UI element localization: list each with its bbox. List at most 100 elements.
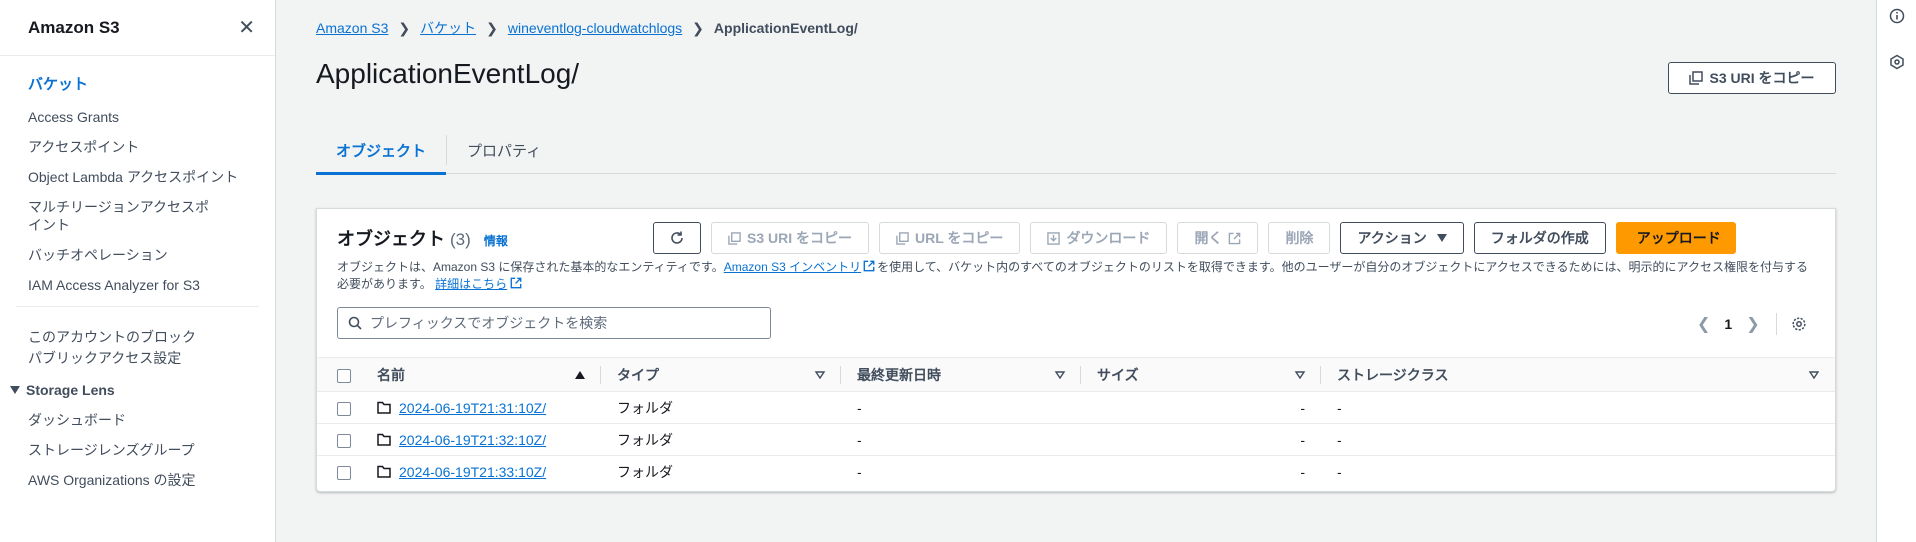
download-button[interactable]: ダウンロード [1030,222,1168,254]
tab-properties[interactable]: プロパティ [447,126,561,174]
tools-rail [1876,0,1916,542]
folder-icon [377,433,391,446]
delete-button[interactable]: 削除 [1268,222,1331,254]
external-link-icon [510,277,522,289]
row-select [317,423,377,456]
breadcrumb-buckets[interactable]: バケット [420,18,476,38]
chevron-right-icon: ❯ [486,19,498,36]
sidebar-item-multi-region-access-points[interactable]: マルチリージョンアクセスポイント [0,198,240,234]
page-title: ApplicationEventLog/ [316,58,580,89]
pager-divider [1775,313,1777,335]
inventory-link[interactable]: Amazon S3 インベントリ [724,260,861,274]
sort-icon [1055,370,1065,379]
copy-s3-uri-button[interactable]: S3 URI をコピー [1668,62,1836,94]
download-icon [1047,231,1061,245]
cell-size: - [1300,463,1305,480]
objects-panel: オブジェクト (3) 情報 S3 URI をコピー URL をコピー ダウンロー… [316,208,1836,492]
folder-link[interactable]: 2024-06-19T21:32:10Z/ [399,432,546,448]
sidebar-item-access-grants[interactable]: Access Grants [0,108,275,126]
header-name[interactable]: 名前 [377,357,601,392]
folder-link[interactable]: 2024-06-19T21:33:10Z/ [399,464,546,480]
breadcrumb-current: ApplicationEventLog/ [713,20,858,36]
sidebar-section-label: Storage Lens [26,382,115,398]
sidebar-item-iam-access-analyzer[interactable]: IAM Access Analyzer for S3 [0,276,275,294]
chevron-left-icon[interactable]: ❮ [1697,314,1710,334]
cell-size: - [1081,391,1321,424]
close-icon[interactable]: ✕ [238,18,255,38]
row-checkbox[interactable] [337,433,351,448]
hexagon-settings-icon[interactable] [1889,54,1905,70]
pagination: ❮ 1 ❯ [1697,313,1807,335]
copy-icon [728,231,741,245]
learn-more-link[interactable]: 詳細はこちら [435,277,507,291]
actions-dropdown[interactable]: アクション [1340,222,1464,254]
copy-url-button[interactable]: URL をコピー [879,222,1021,254]
header-last-modified[interactable]: 最終更新日時 [841,357,1081,392]
create-folder-label: フォルダの作成 [1490,230,1589,246]
header-size[interactable]: サイズ [1081,357,1321,392]
table-row: 2024-06-19T21:33:10Z/ フォルダ - - - [317,456,1835,488]
objects-description: オブジェクトは、Amazon S3 に保存された基本的なエンティティです。Ama… [337,259,1817,293]
chevron-right-icon: ❯ [398,19,411,36]
info-icon[interactable] [1889,8,1905,24]
header-storage-class[interactable]: ストレージクラス [1321,357,1835,392]
folder-icon [377,401,391,414]
sort-icon [1295,370,1305,379]
copy-s3-uri-toolbar-button[interactable]: S3 URI をコピー [711,222,870,254]
objects-panel-title: オブジェクト (3) 情報 [337,225,508,251]
sidebar-item-dashboards[interactable]: ダッシュボード [0,411,275,429]
table-header-row: 名前 タイプ 最終更新日時 サイズ ストレージクラス [317,357,1835,392]
sidebar-title[interactable]: Amazon S3 [28,18,120,38]
cell-storage-class: - [1321,423,1835,456]
external-link-icon [863,260,875,272]
sidebar-item-aws-organizations-settings[interactable]: AWS Organizations の設定 [0,471,275,489]
page-number[interactable]: 1 [1724,316,1732,332]
breadcrumb-bucket[interactable]: wineventlog-cloudwatchlogs [508,20,682,36]
search-input[interactable] [370,315,750,331]
description-text: オブジェクトは、Amazon S3 に保存された基本的なエンティティです。 [337,260,724,274]
breadcrumb-amazon-s3[interactable]: Amazon S3 [316,20,388,36]
chevron-right-icon: ❯ [692,19,704,36]
gear-icon[interactable] [1791,316,1807,332]
info-link[interactable]: 情報 [484,234,508,248]
header-type[interactable]: タイプ [601,357,841,392]
search-icon [348,316,362,330]
refresh-icon [671,231,683,244]
cell-type: フォルダ [601,391,841,424]
open-button[interactable]: 開く [1177,222,1259,254]
folder-link[interactable]: 2024-06-19T21:31:10Z/ [399,400,546,416]
refresh-button[interactable] [653,222,701,254]
column-size-label: サイズ [1097,366,1139,383]
sort-icon [815,370,825,379]
sort-icon [1809,370,1819,379]
cell-last-modified: - [841,423,1081,456]
row-select [317,456,377,488]
chevron-right-icon[interactable]: ❯ [1746,314,1759,334]
sidebar-item-object-lambda-access-points[interactable]: Object Lambda アクセスポイント [0,168,275,186]
row-checkbox[interactable] [337,401,351,416]
external-link-icon [1229,232,1241,244]
sidebar-item-buckets[interactable]: バケット [0,76,275,94]
folder-icon [377,466,391,478]
upload-button[interactable]: アップロード [1615,222,1736,254]
create-folder-button[interactable]: フォルダの作成 [1473,222,1606,254]
upload-label: アップロード [1636,230,1721,246]
cell-storage-class: - [1321,391,1835,424]
sidebar-section-storage-lens[interactable]: Storage Lens [0,381,275,399]
cell-size: - [1081,423,1321,456]
objects-count: (3) [450,230,471,249]
copy-url-label: URL をコピー [915,230,1004,246]
tab-list: オブジェクト プロパティ [316,126,1836,175]
row-checkbox[interactable] [337,465,351,480]
sidebar-item-storage-lens-groups[interactable]: ストレージレンズグループ [0,441,275,459]
sidebar-item-batch-operations[interactable]: バッチオペレーション [0,246,275,264]
cell-last-modified: - [841,391,1081,424]
sort-ascending-icon [575,370,585,379]
table-row: 2024-06-19T21:32:10Z/ フォルダ - - - [317,423,1835,456]
sidebar-header: Amazon S3 ✕ [0,0,275,56]
sidebar-item-access-points[interactable]: アクセスポイント [0,138,275,156]
delete-label: 削除 [1285,230,1314,246]
sidebar-item-block-public-access[interactable]: このアカウントのブロックパブリックアクセス設定 [0,327,230,369]
select-all-checkbox[interactable] [337,368,351,383]
tab-objects[interactable]: オブジェクト [316,126,447,175]
